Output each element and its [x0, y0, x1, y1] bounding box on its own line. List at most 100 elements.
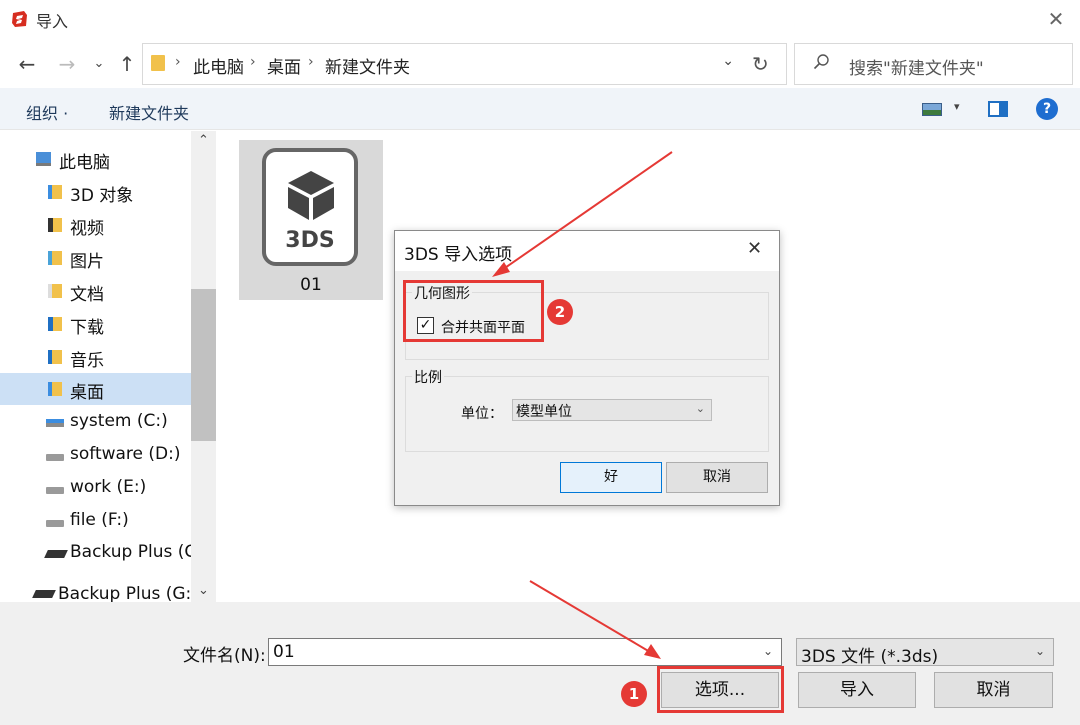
nav-item-drive-g[interactable]: Backup Plus (G:) — [0, 537, 210, 569]
nav-item-label: 此电脑 — [59, 153, 110, 173]
nav-item-desktop[interactable]: 桌面 — [0, 373, 191, 405]
navigation-pane: 此电脑 3D 对象 视频 图片 文档 下载 音乐 桌面 system (C:) … — [0, 131, 216, 602]
computer-icon — [36, 152, 51, 166]
nav-item-this-pc[interactable]: 此电脑 — [0, 143, 191, 175]
downloads-folder-icon — [48, 317, 62, 331]
external-drive-icon — [32, 590, 56, 598]
preview-pane-icon[interactable] — [988, 101, 1008, 117]
command-toolbar: 组织 · 新建文件夹 — [0, 88, 1080, 130]
import-button[interactable]: 导入 — [798, 672, 916, 708]
filetype-select[interactable]: 3DS 文件 (*.3ds) ⌄ — [796, 638, 1054, 667]
window-title: 导入 — [36, 12, 69, 31]
breadcrumb-new-folder[interactable]: 新建文件夹 — [325, 53, 410, 78]
dialog-cancel-button[interactable]: 取消 — [666, 462, 768, 493]
back-arrow-icon[interactable]: ← — [12, 50, 42, 78]
nav-item-3d-objects[interactable]: 3D 对象 — [0, 176, 191, 208]
address-dropdown-chevron-icon[interactable]: ⌄ — [722, 53, 734, 69]
title-bar: 导入 ✕ — [0, 0, 1080, 40]
breadcrumb-desktop[interactable]: 桌面 — [267, 53, 301, 78]
refresh-icon[interactable]: ↻ — [752, 52, 769, 76]
address-bar[interactable]: › 此电脑 › 桌面 › 新建文件夹 ⌄ — [142, 43, 787, 85]
drive-icon — [46, 454, 64, 461]
view-dropdown-chevron-icon[interactable]: ▾ — [954, 100, 960, 113]
search-icon — [813, 54, 829, 70]
nav-item-label: 3D 对象 — [70, 186, 134, 206]
folder-icon — [151, 55, 165, 71]
navigation-scrollbar[interactable]: ⌃ ⌄ — [191, 131, 216, 602]
nav-item-label: work (E:) — [70, 477, 147, 497]
nav-item-documents[interactable]: 文档 — [0, 275, 191, 307]
annotation-highlight-options — [657, 666, 784, 713]
filename-dropdown-chevron-icon[interactable]: ⌄ — [763, 644, 773, 658]
nav-item-label: Backup Plus (G:) — [58, 584, 191, 602]
nav-item-drive-d[interactable]: software (D:) — [0, 439, 191, 471]
unit-select[interactable]: 模型单位 ⌄ — [512, 399, 712, 421]
nav-item-label: 桌面 — [70, 383, 104, 403]
scale-group-label: 比例 — [412, 367, 444, 387]
drive-icon — [46, 520, 64, 527]
annotation-highlight-checkbox — [403, 280, 544, 342]
unit-dropdown-chevron-icon: ⌄ — [695, 402, 705, 415]
search-placeholder: 搜索"新建文件夹" — [849, 59, 984, 79]
breadcrumb-chevron-icon[interactable]: › — [308, 54, 314, 70]
system-drive-icon — [46, 419, 64, 427]
dialog-close-icon[interactable]: ✕ — [747, 238, 762, 259]
nav-item-drive-e[interactable]: work (E:) — [0, 472, 191, 504]
music-folder-icon — [48, 350, 62, 364]
breadcrumb-chevron-icon[interactable]: › — [250, 54, 256, 70]
nav-item-label: system (C:) — [70, 411, 168, 431]
nav-item-drive-g-external[interactable]: Backup Plus (G:) — [0, 580, 191, 602]
dialog-ok-button[interactable]: 好 — [560, 462, 662, 493]
nav-item-label: 视频 — [70, 219, 104, 239]
filename-value: 01 — [273, 642, 295, 662]
filetype-value: 3DS 文件 (*.3ds) — [801, 647, 939, 667]
filename-input[interactable]: 01 ⌄ — [268, 638, 782, 666]
video-folder-icon — [48, 218, 62, 232]
pictures-folder-icon — [48, 251, 62, 265]
filename-label: 文件名(N): — [183, 646, 266, 666]
cancel-button[interactable]: 取消 — [934, 672, 1053, 708]
desktop-folder-icon — [48, 382, 62, 396]
breadcrumb-this-pc[interactable]: 此电脑 — [193, 53, 244, 78]
3ds-file-icon: 3DS — [262, 148, 358, 266]
scroll-up-chevron-icon[interactable]: ⌃ — [191, 133, 216, 148]
external-drive-icon — [44, 550, 68, 558]
nav-item-drive-c[interactable]: system (C:) — [0, 406, 191, 438]
unit-value: 模型单位 — [516, 404, 572, 420]
dialog-title: 3DS 导入选项 — [404, 245, 513, 265]
nav-item-downloads[interactable]: 下载 — [0, 308, 191, 340]
change-view-icon[interactable] — [922, 103, 942, 116]
scroll-down-chevron-icon[interactable]: ⌄ — [191, 583, 216, 598]
nav-item-label: file (F:) — [70, 510, 129, 530]
dialog-title-bar: 3DS 导入选项 ✕ — [395, 231, 779, 271]
nav-item-pictures[interactable]: 图片 — [0, 242, 191, 274]
cube-icon — [288, 171, 334, 220]
help-icon[interactable]: ? — [1036, 98, 1058, 120]
annotation-badge-1: 1 — [621, 681, 647, 707]
new-folder-button[interactable]: 新建文件夹 — [109, 100, 189, 124]
drive-icon — [46, 487, 64, 494]
unit-label: 单位： — [461, 406, 503, 422]
file-name-label: 01 — [300, 275, 322, 295]
up-arrow-icon[interactable]: ↑ — [112, 50, 142, 78]
nav-item-drive-f[interactable]: file (F:) — [0, 505, 191, 537]
nav-item-label: 音乐 — [70, 351, 104, 371]
organize-menu-button[interactable]: 组织 · — [26, 100, 68, 124]
annotation-badge-2: 2 — [547, 299, 573, 325]
nav-item-label: Backup Plus (G:) — [70, 542, 210, 562]
search-box[interactable]: 搜索"新建文件夹" — [794, 43, 1073, 85]
breadcrumb-chevron-icon[interactable]: › — [175, 54, 181, 70]
nav-item-label: 下载 — [70, 318, 104, 338]
nav-item-label: 图片 — [70, 252, 104, 272]
filetype-dropdown-chevron-icon: ⌄ — [1034, 644, 1045, 658]
nav-item-music[interactable]: 音乐 — [0, 341, 191, 373]
recent-locations-chevron-icon[interactable]: ⌄ — [84, 50, 114, 78]
import-options-dialog: 3DS 导入选项 ✕ 几何图形 ✓ 合并共面平面 比例 单位： 模型单位 ⌄ 好… — [394, 230, 780, 506]
3d-objects-icon — [48, 185, 62, 199]
sketchup-app-icon — [12, 11, 27, 27]
scrollbar-thumb[interactable] — [191, 289, 216, 441]
documents-folder-icon — [48, 284, 62, 298]
nav-item-videos[interactable]: 视频 — [0, 209, 191, 241]
window-close-icon[interactable]: ✕ — [1040, 4, 1072, 36]
forward-arrow-icon[interactable]: → — [52, 50, 82, 78]
